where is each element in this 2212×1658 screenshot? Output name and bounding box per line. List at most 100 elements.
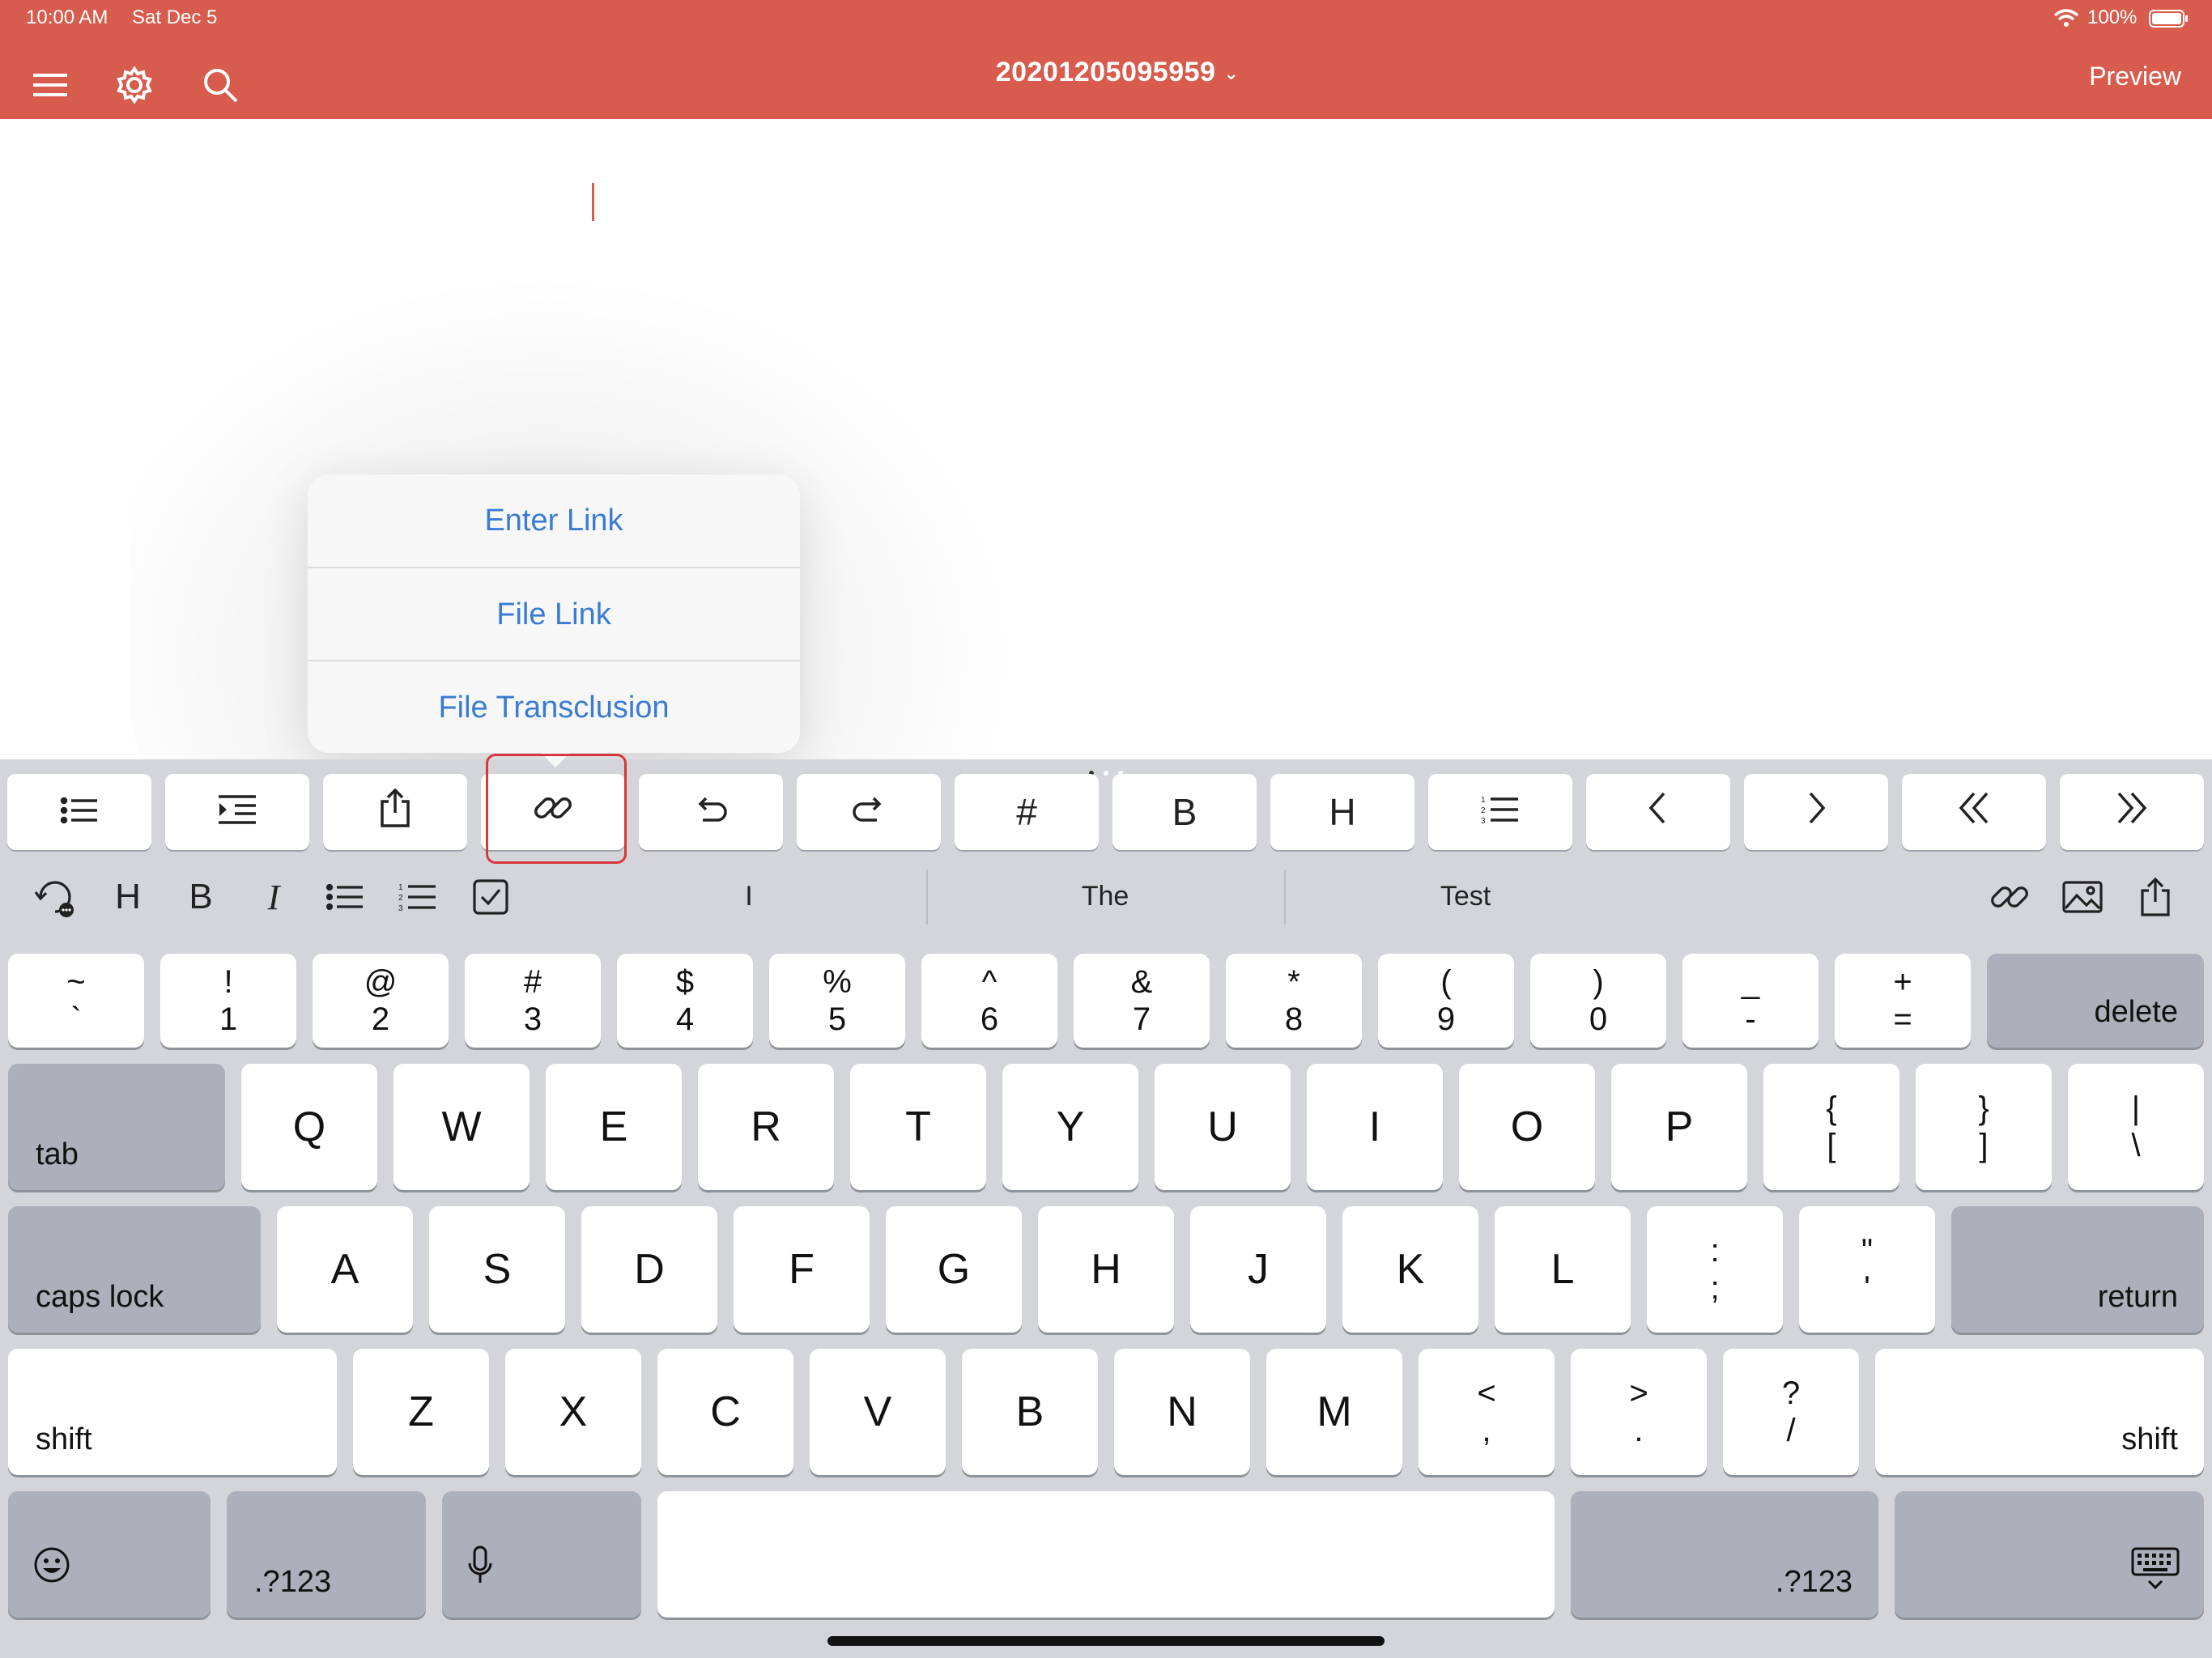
tab-key[interactable]: tab (8, 1064, 225, 1190)
key-letter[interactable]: Y (1002, 1064, 1138, 1190)
redo-button[interactable] (797, 774, 941, 850)
key-letter[interactable]: X (505, 1349, 641, 1475)
indent-button[interactable] (165, 774, 309, 850)
suggestion-3[interactable]: Test (1312, 881, 1619, 912)
key-symbol[interactable]: <, (1419, 1349, 1555, 1475)
hide-keyboard-key[interactable] (1895, 1491, 2204, 1618)
key-11[interactable]: _ - (1682, 954, 1819, 1048)
key-letter[interactable]: D (581, 1206, 717, 1333)
document-title-text: 20201205095959 (995, 57, 1216, 87)
key-symbol[interactable]: " ' (1799, 1206, 1935, 1333)
numbered-list-button[interactable]: 12 3 (1428, 774, 1572, 850)
line-start-button[interactable] (1902, 774, 2046, 850)
emoji-key[interactable] (8, 1491, 211, 1618)
key-letter[interactable]: B (962, 1349, 1098, 1475)
key-9[interactable]: (9 (1378, 954, 1514, 1048)
key-letter[interactable]: J (1190, 1206, 1326, 1333)
key-letter[interactable]: W (393, 1064, 530, 1190)
bold-button[interactable]: B (1112, 774, 1257, 850)
shortcut-heading-button[interactable]: H (104, 873, 152, 921)
key-symbol[interactable]: }] (1916, 1064, 2052, 1190)
search-icon[interactable] (192, 57, 249, 113)
key-symbol[interactable]: :; (1647, 1206, 1783, 1333)
key-10[interactable]: ) 0 (1530, 954, 1666, 1048)
file-transclusion-option[interactable]: File Transclusion (308, 661, 800, 754)
cursor-right-button[interactable] (1744, 774, 1888, 850)
key-symbol[interactable]: >. (1571, 1349, 1707, 1475)
key-symbol[interactable]: {[ (1763, 1064, 1899, 1190)
key-letter[interactable]: E (546, 1064, 682, 1190)
key-4[interactable]: $4 (617, 954, 753, 1048)
key-letter[interactable]: Z (353, 1349, 489, 1475)
key-6[interactable]: ^ 6 (921, 954, 1057, 1048)
share-button[interactable] (323, 774, 467, 850)
dictation-key[interactable] (442, 1491, 641, 1618)
key-12[interactable]: + = (1835, 954, 1971, 1048)
line-end-button[interactable] (2060, 774, 2204, 850)
checkbox-icon[interactable] (466, 873, 515, 921)
document-title[interactable]: 20201205095959 ⌄ (891, 57, 1344, 88)
key-3[interactable]: #3 (465, 954, 601, 1048)
key-letter[interactable]: P (1611, 1064, 1747, 1190)
key-letter[interactable]: U (1155, 1064, 1291, 1190)
status-date: Sat Dec 5 (132, 6, 218, 28)
preview-button[interactable]: Preview (2089, 62, 2181, 91)
key-letter[interactable]: G (886, 1206, 1022, 1333)
microphone-icon (466, 1545, 494, 1595)
key-letter[interactable]: C (657, 1349, 793, 1475)
key-symbol[interactable]: ? / (1723, 1349, 1859, 1475)
bullet-list-button[interactable] (7, 774, 151, 850)
key-5[interactable]: % 5 (769, 954, 905, 1048)
image-icon[interactable] (2058, 873, 2107, 921)
key-1[interactable]: ! 1 (160, 954, 296, 1048)
return-key[interactable]: return (1951, 1206, 2204, 1333)
suggestion-1[interactable]: I (664, 881, 834, 912)
shortcut-bullet-list-icon[interactable] (321, 873, 369, 921)
toolbar-grabber[interactable] (1088, 766, 1124, 776)
key-lower-label: 4 (675, 1001, 695, 1037)
shortcut-italic-button[interactable]: I (249, 873, 298, 921)
undo-button[interactable] (639, 774, 783, 850)
shortcut-share-icon[interactable] (2131, 873, 2180, 921)
heading-button[interactable]: H (1270, 774, 1414, 850)
menu-icon[interactable] (22, 57, 79, 113)
key-letter[interactable]: Q (241, 1064, 377, 1190)
key-8[interactable]: * 8 (1226, 954, 1362, 1048)
hashtag-button[interactable]: # (955, 774, 1099, 850)
home-indicator[interactable] (827, 1636, 1385, 1646)
key-7[interactable]: & 7 (1074, 954, 1210, 1048)
key-letter[interactable]: A (277, 1206, 413, 1333)
space-bar[interactable] (657, 1491, 1555, 1618)
undo-icon (693, 790, 729, 834)
key-0[interactable]: ~ ` (8, 954, 144, 1048)
key-letter[interactable]: S (429, 1206, 565, 1333)
caps-lock-key[interactable]: caps lock (8, 1206, 261, 1333)
numbers-key-right[interactable]: .?123 (1571, 1491, 1878, 1618)
cursor-left-button[interactable] (1586, 774, 1730, 850)
gear-icon[interactable] (106, 57, 163, 113)
numbers-key-left[interactable]: .?123 (227, 1491, 426, 1618)
key-letter[interactable]: M (1266, 1349, 1402, 1475)
shortcut-bold-button[interactable]: B (177, 873, 225, 921)
key-letter[interactable]: I (1307, 1064, 1443, 1190)
delete-key[interactable]: delete (1987, 954, 2204, 1048)
enter-link-option[interactable]: Enter Link (308, 474, 800, 567)
shortcut-link-icon[interactable] (1985, 873, 2034, 921)
right-shift-key[interactable]: shift (1875, 1349, 2204, 1475)
key-letter[interactable]: N (1114, 1349, 1250, 1475)
key-letter[interactable]: T (850, 1064, 986, 1190)
key-letter[interactable]: V (810, 1349, 946, 1475)
key-2[interactable]: @2 (313, 954, 449, 1048)
key-letter[interactable]: R (698, 1064, 834, 1190)
suggestion-2[interactable]: The (955, 881, 1255, 912)
undo-history-icon[interactable] (31, 873, 79, 921)
key-letter[interactable]: O (1459, 1064, 1595, 1190)
key-letter[interactable]: K (1342, 1206, 1478, 1333)
key-letter[interactable]: H (1038, 1206, 1174, 1333)
key-letter[interactable]: L (1495, 1206, 1631, 1333)
left-shift-key[interactable]: shift (8, 1349, 337, 1475)
key-symbol[interactable]: | \ (2068, 1064, 2204, 1190)
shortcut-numbered-list-icon[interactable]: 1 23 (393, 873, 442, 921)
key-letter[interactable]: F (734, 1206, 870, 1333)
file-link-option[interactable]: File Link (308, 568, 800, 661)
